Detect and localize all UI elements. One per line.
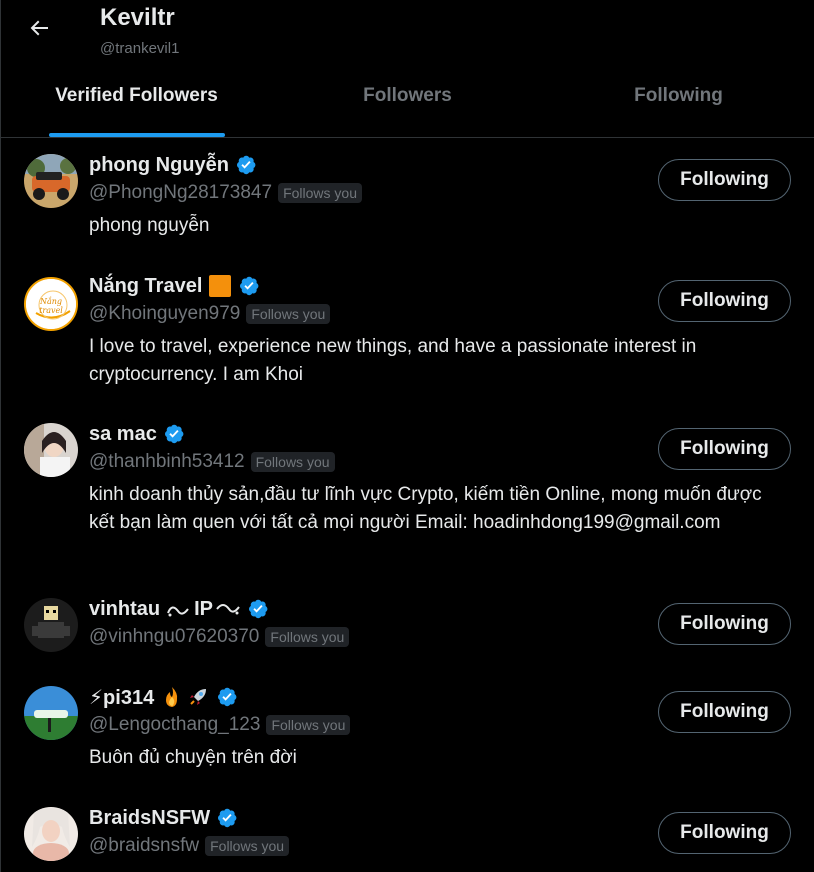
- follows-you-badge: Follows you: [265, 627, 350, 647]
- following-button[interactable]: Following: [658, 603, 791, 645]
- user-name[interactable]: BraidsNSFW: [89, 807, 210, 830]
- page-header: Keviltr @trankevil1 Verified Followers F…: [1, 0, 814, 138]
- follows-you-badge: Follows you: [278, 183, 362, 203]
- avatar[interactable]: [24, 807, 78, 861]
- avatar-photo: [24, 807, 78, 861]
- back-button[interactable]: [19, 10, 59, 46]
- tab-following[interactable]: Following: [543, 59, 814, 137]
- avatar[interactable]: [24, 423, 78, 477]
- avatar[interactable]: [24, 686, 78, 740]
- user-bio: I love to travel, experience new things,…: [89, 336, 697, 385]
- following-button[interactable]: Following: [658, 428, 791, 470]
- tab-verified-followers[interactable]: Verified Followers: [1, 59, 272, 137]
- user-name[interactable]: Nắng Travel: [89, 275, 202, 298]
- verified-badge-icon: [216, 807, 238, 829]
- user-handle[interactable]: @vinhngu07620370: [89, 626, 259, 648]
- avatar[interactable]: [24, 598, 78, 652]
- user-bio: phong nguyễn: [89, 215, 210, 236]
- avatar[interactable]: Nắng travel: [24, 277, 78, 331]
- active-tab-indicator: [48, 133, 225, 137]
- fire-emoji: [160, 685, 184, 709]
- profile-followers-page: Keviltr @trankevil1 Verified Followers F…: [0, 0, 814, 872]
- tab-label: Followers: [363, 85, 452, 106]
- following-button[interactable]: Following: [658, 280, 791, 322]
- user-bio: kinh doanh thủy sản,đầu tư lĩnh vực Cryp…: [89, 484, 762, 533]
- user-handle[interactable]: @thanhbinh53412: [89, 451, 245, 473]
- user-handle[interactable]: @PhongNg28173847: [89, 182, 272, 204]
- following-button[interactable]: Following: [658, 691, 791, 733]
- user-name[interactable]: ⚡pi314: [89, 685, 154, 710]
- avatar[interactable]: [24, 154, 78, 208]
- follows-you-badge: Follows you: [266, 715, 351, 735]
- avatar-photo: [24, 154, 78, 208]
- user-name[interactable]: sa mac: [89, 423, 157, 446]
- swirl-decoration-left-icon: [166, 599, 192, 619]
- avatar-logo-text: Nắng travel: [39, 297, 63, 315]
- verified-badge-icon: [235, 154, 257, 176]
- avatar-photo: [24, 686, 78, 740]
- verified-badge-icon: [163, 423, 185, 445]
- avatar-photo: [24, 598, 78, 652]
- tab-label: Verified Followers: [55, 85, 218, 106]
- tab-followers[interactable]: Followers: [272, 59, 543, 137]
- user-handle[interactable]: @Lengocthang_123: [89, 714, 260, 736]
- arrow-left-icon: [30, 20, 48, 36]
- following-button[interactable]: Following: [658, 159, 791, 201]
- user-name-suffix: IP: [194, 597, 214, 620]
- tab-label: Following: [634, 85, 723, 106]
- orange-square-emoji: [208, 274, 232, 298]
- header-title-block: Keviltr @trankevil1: [100, 4, 179, 57]
- following-button[interactable]: Following: [658, 812, 791, 854]
- user-handle[interactable]: @Khoinguyen979: [89, 303, 240, 325]
- user-name[interactable]: vinhtau: [89, 598, 160, 621]
- avatar-photo: [24, 423, 78, 477]
- verified-badge-icon: [238, 275, 260, 297]
- verified-badge-icon: [216, 686, 238, 708]
- follows-you-badge: Follows you: [205, 836, 290, 856]
- follows-you-badge: Follows you: [246, 304, 331, 324]
- follows-you-badge: Follows you: [250, 452, 335, 472]
- user-name[interactable]: phong Nguyễn: [89, 154, 229, 177]
- verified-badge-icon: [247, 598, 269, 620]
- user-bio: Buôn đủ chuyện trên đời: [89, 747, 297, 768]
- swirl-decoration-right-icon: [215, 599, 241, 619]
- page-title: Keviltr: [100, 4, 175, 31]
- page-handle: @trankevil1: [100, 40, 180, 57]
- rocket-emoji: [186, 685, 210, 709]
- user-handle[interactable]: @braidsnsfw: [89, 835, 199, 857]
- tab-bar: Verified Followers Followers Following: [1, 59, 814, 137]
